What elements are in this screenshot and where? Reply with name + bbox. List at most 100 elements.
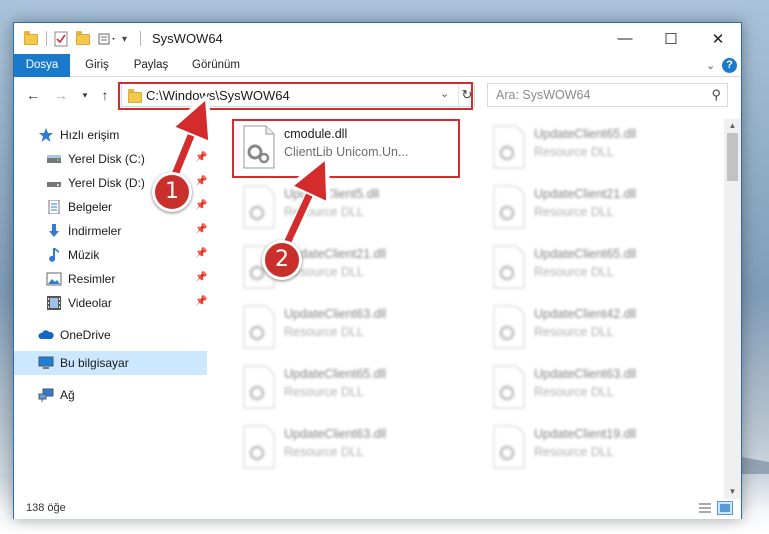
tab-share[interactable]: Paylaş xyxy=(128,54,174,77)
pin-icon[interactable]: 📌 xyxy=(195,152,207,163)
step-1-badge: 1 xyxy=(152,172,192,212)
details-view-icon[interactable] xyxy=(697,501,713,515)
forward-arrow-icon[interactable]: → xyxy=(52,86,70,104)
sidebar-item-label: İndirmeler xyxy=(68,224,122,238)
pin-icon[interactable]: 📌 xyxy=(195,296,207,307)
sidebar-item-label: Hızlı erişim xyxy=(60,128,120,142)
scroll-down-arrow-icon[interactable]: ▼ xyxy=(724,485,741,499)
pin-icon[interactable]: 📌 xyxy=(195,248,207,259)
window-title: SysWOW64 xyxy=(152,31,223,46)
pin-icon[interactable]: 📌 xyxy=(195,176,207,187)
network-icon xyxy=(38,388,54,402)
tab-file[interactable]: Dosya xyxy=(14,54,70,77)
sidebar-item-quick-access[interactable]: Hızlı erişim xyxy=(14,123,207,147)
search-icon[interactable]: ⚲ xyxy=(711,87,721,103)
file-item[interactable]: UpdateClient65.dll Resource DLL xyxy=(236,361,466,421)
file-description: Resource DLL xyxy=(284,385,364,399)
file-name: UpdateClient5.dll xyxy=(284,187,380,201)
file-item[interactable]: UpdateClient63.dll Resource DLL xyxy=(236,301,466,361)
file-name: UpdateClient63.dll xyxy=(534,367,637,381)
dll-file-icon xyxy=(493,245,525,289)
file-name: UpdateClient21.dll xyxy=(534,187,637,201)
search-placeholder: Ara: SysWOW64 xyxy=(496,88,591,102)
sidebar-item-music[interactable]: Müzik 📌 xyxy=(14,243,207,267)
document-icon xyxy=(48,200,60,214)
large-icons-view-icon[interactable] xyxy=(717,501,733,515)
quick-access-folder-icon[interactable] xyxy=(24,30,38,48)
step-2-badge: 2 xyxy=(262,240,302,280)
sidebar-item-label: Belgeler xyxy=(68,200,113,214)
sidebar-item-disk-c[interactable]: Yerel Disk (C:) 📌 xyxy=(14,147,207,171)
new-folder-icon[interactable] xyxy=(76,30,90,48)
file-name: UpdateClient65.dll xyxy=(534,127,637,141)
file-item[interactable]: UpdateClient19.dll Resource DLL xyxy=(486,421,716,481)
close-button[interactable]: ✕ xyxy=(695,23,741,54)
download-icon xyxy=(49,224,59,237)
customize-toolbar-chevron-icon[interactable]: ▾ xyxy=(122,30,127,48)
dll-file-icon xyxy=(493,185,525,229)
pin-icon[interactable]: 📌 xyxy=(195,224,207,235)
search-input[interactable]: Ara: SysWOW64 ⚲ xyxy=(487,83,728,107)
properties-icon[interactable] xyxy=(54,30,68,48)
vertical-scrollbar[interactable]: ▲ ▼ xyxy=(724,119,741,499)
file-description: Resource DLL xyxy=(534,445,614,459)
up-arrow-icon[interactable]: ↑ xyxy=(96,86,114,104)
expand-ribbon-chevron-icon[interactable]: ⌄ xyxy=(706,59,715,72)
scroll-thumb[interactable] xyxy=(727,133,738,181)
dll-file-icon xyxy=(493,365,525,409)
file-item[interactable]: UpdateClient65.dll Resource DLL xyxy=(486,121,716,181)
divider xyxy=(46,31,47,46)
sidebar-item-label: OneDrive xyxy=(60,328,111,342)
file-description: Resource DLL xyxy=(284,445,364,459)
tab-view[interactable]: Görünüm xyxy=(186,54,246,77)
maximize-button[interactable]: ☐ xyxy=(648,23,694,54)
sidebar-item-label: Videolar xyxy=(68,296,112,310)
pin-icon[interactable]: 📌 xyxy=(195,272,207,283)
sidebar-item-label: Ağ xyxy=(60,388,75,402)
dll-file-icon xyxy=(243,425,275,469)
file-item[interactable]: UpdateClient5.dll Resource DLL xyxy=(236,181,466,241)
file-name: UpdateClient65.dll xyxy=(534,247,637,261)
sidebar-item-pictures[interactable]: Resimler 📌 xyxy=(14,267,207,291)
view-options-icon[interactable] xyxy=(98,30,118,48)
help-button[interactable]: ? xyxy=(722,58,737,73)
sidebar-item-downloads[interactable]: İndirmeler 📌 xyxy=(14,219,207,243)
file-name: UpdateClient63.dll xyxy=(284,307,387,321)
dll-file-icon xyxy=(493,305,525,349)
music-icon xyxy=(49,248,59,262)
recent-locations-chevron-icon[interactable]: ▾ xyxy=(76,86,94,104)
pictures-icon xyxy=(46,272,62,286)
file-description: Resource DLL xyxy=(534,265,614,279)
video-icon xyxy=(47,296,61,310)
computer-icon xyxy=(38,356,54,369)
divider xyxy=(140,31,141,46)
scroll-up-arrow-icon[interactable]: ▲ xyxy=(724,119,741,133)
file-name: UpdateClient42.dll xyxy=(534,307,637,321)
sidebar-item-videos[interactable]: Videolar 📌 xyxy=(14,291,207,315)
file-item[interactable]: UpdateClient42.dll Resource DLL xyxy=(486,301,716,361)
dll-file-icon xyxy=(493,425,525,469)
minimize-button[interactable]: — xyxy=(602,23,648,54)
dll-file-icon xyxy=(243,305,275,349)
file-name: UpdateClient19.dll xyxy=(534,427,637,441)
status-bar: 138 öğe xyxy=(14,499,741,519)
star-icon xyxy=(39,128,53,142)
file-description: Resource DLL xyxy=(534,205,614,219)
file-item[interactable]: UpdateClient63.dll Resource DLL xyxy=(486,361,716,421)
file-description: Resource DLL xyxy=(534,385,614,399)
file-item[interactable]: UpdateClient65.dll Resource DLL xyxy=(486,241,716,301)
file-item[interactable]: UpdateClient63.dll Resource DLL xyxy=(236,421,466,481)
item-count: 138 öğe xyxy=(26,502,66,514)
address-highlight-box xyxy=(118,82,473,110)
file-item[interactable]: UpdateClient21.dll Resource DLL xyxy=(486,181,716,241)
file-name: UpdateClient63.dll xyxy=(284,427,387,441)
sidebar-item-onedrive[interactable]: OneDrive xyxy=(14,323,207,347)
file-highlight-box xyxy=(232,119,460,178)
pin-icon[interactable]: 📌 xyxy=(195,200,207,211)
title-bar: ▾ SysWOW64 — ☐ ✕ xyxy=(14,23,741,54)
sidebar-item-network[interactable]: Ağ xyxy=(14,383,207,407)
back-arrow-icon[interactable]: ← xyxy=(24,86,42,104)
tab-home[interactable]: Giriş xyxy=(78,54,116,77)
drive-icon xyxy=(47,155,61,163)
sidebar-item-this-pc[interactable]: Bu bilgisayar xyxy=(14,351,207,375)
